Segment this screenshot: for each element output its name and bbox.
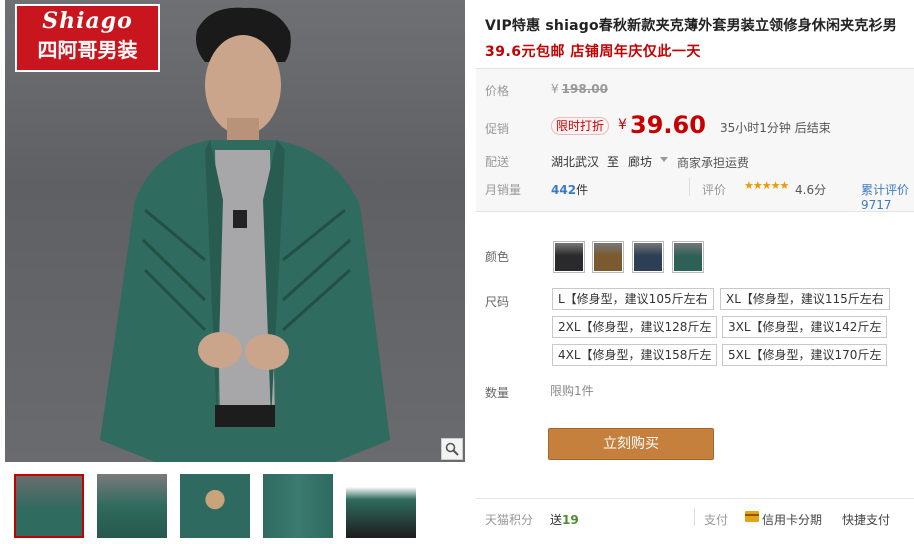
thumbnail-1[interactable]: [14, 474, 84, 538]
color-swatch-black[interactable]: [553, 241, 585, 273]
size-option-2xl[interactable]: 2XL【修身型，建议128斤左: [552, 316, 718, 338]
credit-card-icon: [745, 511, 759, 522]
chevron-down-icon[interactable]: [660, 157, 668, 162]
thumbnail-2[interactable]: [97, 474, 167, 538]
color-label: 颜色: [485, 250, 510, 264]
color-swatch-khaki[interactable]: [592, 241, 624, 273]
main-product-image[interactable]: Shiago 四阿哥男装: [5, 0, 465, 462]
thumbnail-3[interactable]: [180, 474, 250, 538]
quick-pay-link[interactable]: 快捷支付: [842, 511, 890, 528]
size-option-3xl[interactable]: 3XL【修身型，建议142斤左: [722, 316, 888, 338]
swatch-fill: [555, 243, 583, 271]
size-option-4xl[interactable]: 4XL【修身型，建议158斤左: [552, 344, 718, 366]
divider: [476, 498, 914, 499]
tmall-points-label: 天猫积分: [485, 513, 534, 527]
color-swatch-navy[interactable]: [632, 241, 664, 273]
monthly-sales-label: 月销量: [485, 183, 522, 197]
thumbnail-5[interactable]: [346, 474, 416, 538]
tmall-points: 送19: [550, 511, 579, 528]
review-count-link[interactable]: 累计评价9717: [861, 181, 914, 212]
sales-unit: 件: [576, 183, 589, 197]
promo-line: 39.6元包邮 店铺周年庆仅此一天: [485, 44, 701, 60]
shipping-fee-note: 商家承担运费: [677, 156, 750, 170]
brand-logo[interactable]: Shiago 四阿哥男装: [15, 4, 160, 72]
swatch-fill: [634, 243, 662, 271]
countdown-timer: 35小时1分钟 后结束: [720, 121, 831, 135]
buy-now-button[interactable]: 立刻购买: [548, 428, 714, 460]
promo-price-label: 促销: [485, 122, 510, 136]
swatch-fill: [594, 243, 622, 271]
sales-count-value: 442: [551, 183, 577, 197]
quantity-limit-note: 限购1件: [550, 384, 594, 398]
review-label: 评价: [702, 183, 727, 197]
shipping-to-word: 至: [607, 155, 620, 169]
divider: [689, 178, 690, 196]
quantity-label: 数量: [485, 386, 510, 400]
size-label: 尺码: [485, 295, 510, 309]
shipping-label: 配送: [485, 155, 510, 169]
original-price-value: 198.00: [561, 82, 608, 96]
rating-score: 4.6分: [795, 183, 827, 197]
divider: [694, 508, 695, 526]
thumbnail-4[interactable]: [263, 474, 333, 538]
original-price: ¥198.00: [551, 82, 608, 96]
size-option-5xl[interactable]: 5XL【修身型，建议170斤左: [722, 344, 888, 366]
product-title: VIP特惠 shiago春秋新款夹克薄外套男装立领修身休闲夹克衫男: [485, 18, 897, 34]
swatch-fill: [674, 243, 702, 271]
brand-logo-en: Shiago: [42, 8, 133, 34]
credit-card-installment-link[interactable]: 信用卡分期: [762, 511, 822, 528]
zoom-icon[interactable]: [441, 438, 463, 460]
original-price-currency: ¥: [551, 82, 559, 96]
color-swatch-green[interactable]: [672, 241, 704, 273]
points-value: 19: [562, 513, 579, 527]
shipping-destination-select[interactable]: 廊坊: [628, 153, 652, 170]
brand-logo-cn: 四阿哥男装: [37, 38, 138, 62]
payment-label: 支付: [704, 513, 729, 527]
monthly-sales-count: 442件: [551, 181, 588, 198]
promo-tag-badge: 限时打折: [551, 117, 610, 135]
size-option-xl[interactable]: XL【修身型，建议115斤左右: [720, 288, 890, 310]
rating-stars-icon: ★★★★★: [744, 179, 789, 192]
price-box: [476, 68, 914, 212]
size-option-l[interactable]: L【修身型，建议105斤左右: [552, 288, 714, 310]
original-price-label: 价格: [485, 84, 510, 98]
shipping-origin: 湖北武汉: [551, 155, 600, 169]
points-prefix: 送: [550, 513, 563, 527]
thumbnail-strip: [5, 466, 465, 544]
promo-price: 39.60: [630, 111, 706, 139]
product-info-panel: VIP特惠 shiago春秋新款夹克薄外套男装立领修身休闲夹克衫男 39.6元包…: [476, 0, 914, 544]
price-currency: ¥: [618, 117, 627, 133]
